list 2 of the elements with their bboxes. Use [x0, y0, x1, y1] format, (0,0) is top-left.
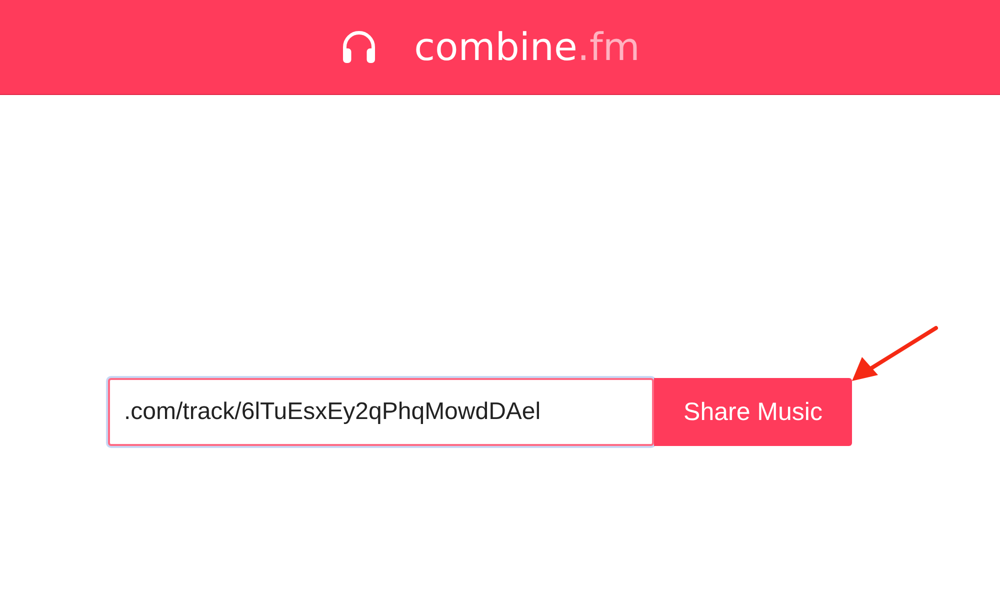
- logo-text: combine.fm: [414, 25, 640, 69]
- url-input-field[interactable]: .com/track/6lTuEsxEy2qPhqMowdDAel: [108, 378, 654, 446]
